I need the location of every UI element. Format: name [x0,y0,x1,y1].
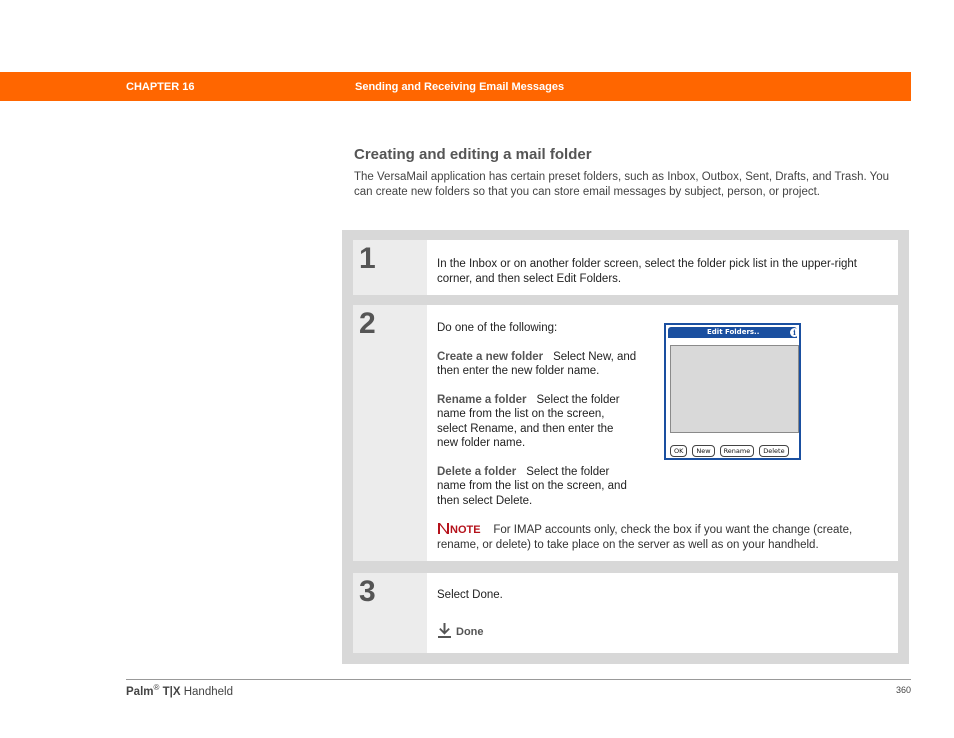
step-number: 2 [359,307,376,340]
chapter-number: CHAPTER 16 [126,81,195,93]
chapter-title: Sending and Receiving Email Messages [355,81,565,93]
footer-product: Palm® T|X Handheld [126,683,233,698]
ok-button: OK [670,445,688,457]
option-label: Rename a folder [437,393,527,406]
model-name: T|X [162,685,181,698]
product-name: Handheld [183,685,233,698]
delete-button: Delete [759,445,789,457]
done-indicator: Done [437,622,484,639]
note-label: NOTE [450,524,481,536]
registered-mark: ® [153,683,160,692]
option-label: Delete a folder [437,465,517,478]
dialog-title: Edit Folders.. [707,328,760,336]
step-3: 3 Select Done. Done [353,573,898,653]
section-heading: Creating and editing a mail folder [354,146,592,163]
step-number-column: 3 [353,573,427,653]
note-icon [438,523,449,534]
rename-button: Rename [719,445,755,457]
step-number-column: 1 [353,240,427,295]
brand-name: Palm [126,685,154,698]
step-1: 1 In the Inbox or on another folder scre… [353,240,898,295]
option-delete: Delete a folder Select the folder name fr… [437,465,632,509]
option-rename: Rename a folder Select the folder name fr… [437,393,627,451]
info-icon: i [790,328,799,337]
step-number: 3 [359,575,376,608]
step-2: 2 Do one of the following: Create a new … [353,305,898,561]
done-arrow-icon [438,623,451,638]
note-text: For IMAP accounts only, check the box if… [437,524,853,551]
note: NOTE For IMAP accounts only, check the b… [437,522,892,553]
folder-list [670,345,799,433]
dialog-buttons: OK New Rename Delete [670,445,789,457]
step-number: 1 [359,242,376,275]
option-create: Create a new folder Select New, and then … [437,350,649,379]
dialog-titlebar: Edit Folders.. i [668,327,799,338]
footer-divider [126,679,911,680]
step-lead: Do one of the following: [437,322,558,334]
done-label: Done [456,626,484,638]
page-number: 360 [895,685,911,695]
chapter-header: CHAPTER 16 Sending and Receiving Email M… [0,72,911,101]
step-number-column: 2 [353,305,427,561]
section-intro: The VersaMail application has certain pr… [354,171,890,198]
step-text: Select Done. [437,589,503,601]
new-button: New [692,445,715,457]
option-label: Create a new folder [437,350,544,363]
edit-folders-screenshot: Edit Folders.. i OK New Rename Delete [664,323,801,460]
step-body: Do one of the following: Create a new fo… [437,321,649,508]
step-text: In the Inbox or on another folder screen… [437,258,857,285]
